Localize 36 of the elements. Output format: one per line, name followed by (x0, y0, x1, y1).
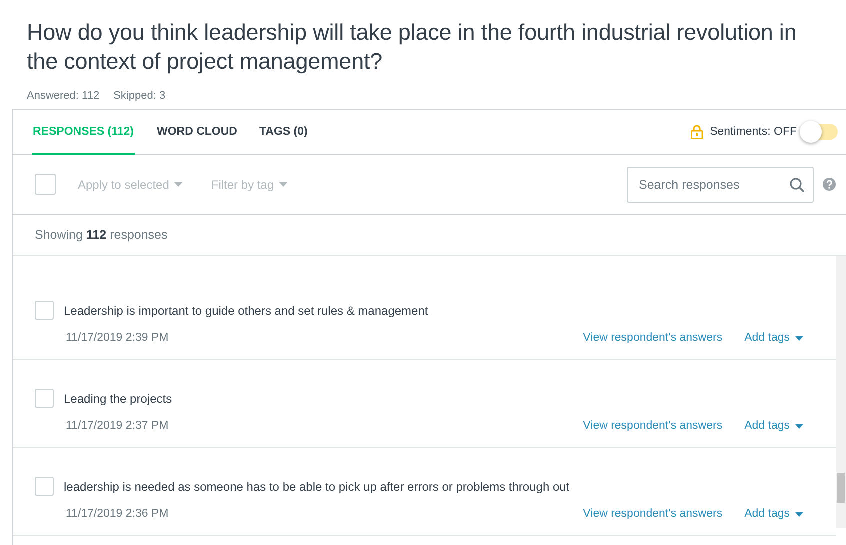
view-answers-link[interactable]: View respondent's answers (583, 332, 723, 344)
tab[interactable]: RESPONSES (112) (32, 110, 135, 155)
response-date: 11/17/2019 2:37 PM (66, 420, 170, 432)
lock-icon (691, 125, 704, 139)
caret-icon (795, 336, 804, 340)
filter-by-tag-menu[interactable]: Filter by tag (211, 178, 288, 192)
showing-count: Showing 112 responses (35, 228, 168, 242)
skipped-count: Skipped: 3 (114, 90, 166, 102)
select-all-checkbox[interactable] (35, 174, 56, 195)
question-title: How do you think leadership will take place in the fourth industrial revolution in the context of project management? (27, 19, 798, 76)
help-icon[interactable] (823, 178, 836, 191)
response-text: leadership is needed as someone has to be able to pick up after errors or problems through out (64, 480, 570, 494)
response-text: Leadership is important to guide others and set rules & management (64, 304, 428, 318)
response-checkbox[interactable] (35, 389, 54, 408)
search-field[interactable]: Search responses (627, 166, 814, 202)
add-tags-menu[interactable]: Add tags (744, 332, 804, 344)
scrollbar[interactable] (836, 256, 846, 528)
apply-to-selected-menu[interactable]: Apply to selected (78, 178, 184, 192)
sentiments-label: Sentiments: OFF (710, 126, 797, 138)
view-answers-link[interactable]: View respondent's answers (583, 420, 723, 432)
view-answers-link[interactable]: View respondent's answers (583, 508, 723, 520)
tab[interactable]: TAGS (0) (259, 110, 308, 155)
answered-count: Answered: 112 (27, 90, 100, 102)
caret-icon (795, 512, 804, 516)
response-checkbox[interactable] (35, 477, 54, 496)
response-date: 11/17/2019 2:39 PM (66, 332, 170, 344)
caret-icon (795, 424, 804, 428)
response-date: 11/17/2019 2:36 PM (66, 508, 170, 520)
response-text: Leading the projects (64, 392, 172, 406)
response-checkbox[interactable] (35, 301, 54, 320)
add-tags-menu[interactable]: Add tags (744, 420, 804, 432)
add-tags-menu[interactable]: Add tags (744, 508, 804, 520)
caret-icon (174, 182, 184, 187)
search-icon (790, 178, 805, 192)
tab[interactable]: WORD CLOUD (156, 110, 238, 155)
caret-icon (279, 182, 288, 187)
